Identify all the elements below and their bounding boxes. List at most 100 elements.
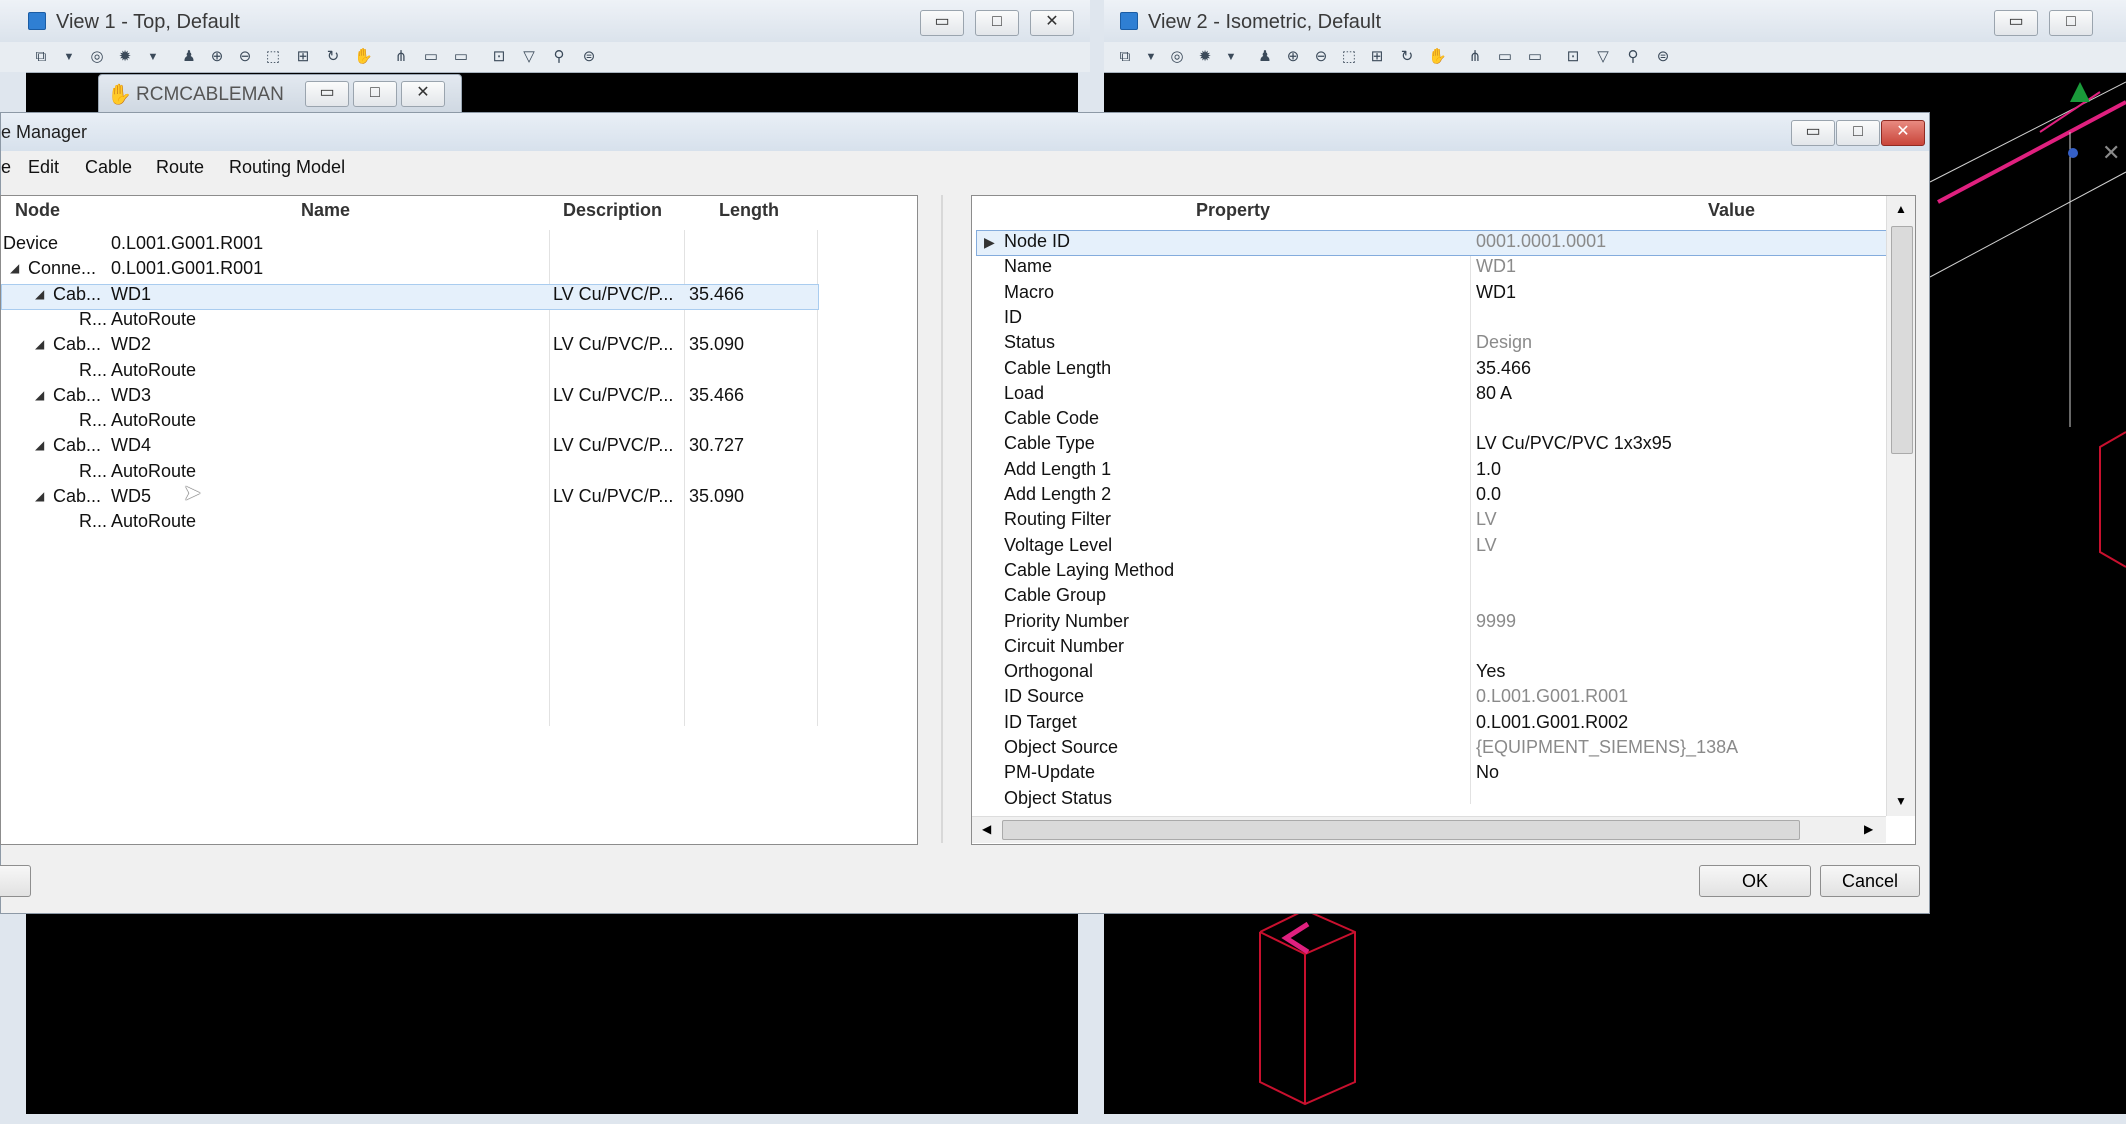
scroll-down-icon[interactable]: ▼ bbox=[1895, 794, 1907, 808]
window-area-icon[interactable]: ⬚ bbox=[264, 48, 282, 66]
property-row[interactable]: Status Design bbox=[972, 331, 1886, 356]
fit-view-icon[interactable]: ⊞ bbox=[1368, 48, 1386, 66]
property-row[interactable]: Cable Code bbox=[972, 407, 1886, 432]
property-row[interactable]: Node ID 0001.0001.0001 bbox=[972, 230, 1886, 255]
property-row[interactable]: Add Length 1 1.0 bbox=[972, 458, 1886, 483]
property-value[interactable]: 35.466 bbox=[1476, 358, 1531, 379]
expand-toggle-icon[interactable]: ◢ bbox=[10, 261, 19, 275]
property-row[interactable]: Cable Type LV Cu/PVC/PVC 1x3x95 bbox=[972, 432, 1886, 457]
expand-toggle-icon[interactable]: ◢ bbox=[35, 388, 44, 402]
view2-maximize-button[interactable]: □ bbox=[2049, 10, 2093, 36]
property-value[interactable]: Yes bbox=[1476, 661, 1505, 682]
rotate-view-icon[interactable]: ↻ bbox=[324, 48, 342, 66]
menu-file[interactable]: e bbox=[1, 157, 11, 178]
dropdown-arrow-icon[interactable]: ▼ bbox=[1222, 48, 1240, 66]
rotate-view-icon[interactable]: ↻ bbox=[1398, 48, 1416, 66]
view1-maximize-button[interactable]: □ bbox=[975, 10, 1019, 36]
tree-row[interactable]: R... AutoRoute bbox=[1, 359, 817, 384]
property-row[interactable]: Voltage Level LV bbox=[972, 534, 1886, 559]
cable-tree-pane[interactable]: Node Name Description Length Device 0.L00… bbox=[0, 195, 918, 845]
vertical-scrollbar[interactable]: ▲ ▼ bbox=[1886, 196, 1915, 816]
menu-route[interactable]: Route bbox=[156, 157, 204, 178]
clip-volume-icon[interactable]: ⊡ bbox=[1564, 48, 1582, 66]
tree-row[interactable]: R... AutoRoute bbox=[1, 409, 817, 434]
view1-close-button[interactable]: ✕ bbox=[1030, 10, 1074, 36]
scroll-right-icon[interactable]: ▶ bbox=[1864, 822, 1873, 836]
dialog-maximize-button[interactable]: □ bbox=[1836, 120, 1880, 146]
next-view-icon[interactable]: ▭ bbox=[452, 48, 470, 66]
cancel-button[interactable]: Cancel bbox=[1820, 865, 1920, 897]
next-view-icon[interactable]: ▭ bbox=[1526, 48, 1544, 66]
tree-row[interactable]: Device 0.L001.G001.R001 bbox=[1, 232, 817, 257]
menu-edit[interactable]: Edit bbox=[28, 157, 59, 178]
pane-splitter[interactable] bbox=[941, 195, 943, 843]
rcm-close-button[interactable]: ✕ bbox=[401, 81, 445, 107]
property-value[interactable]: 1.0 bbox=[1476, 459, 1501, 480]
scroll-up-icon[interactable]: ▲ bbox=[1895, 202, 1907, 216]
dropdown-arrow-icon[interactable]: ▼ bbox=[60, 48, 78, 66]
tree-row[interactable]: R... AutoRoute bbox=[1, 510, 817, 535]
tree-row[interactable]: ◢ Cab... WD5 LV Cu/PVC/P... 35.090 bbox=[1, 485, 817, 510]
view1-minimize-button[interactable]: ▭ bbox=[920, 10, 964, 36]
dropdown-arrow-icon[interactable]: ▼ bbox=[144, 48, 162, 66]
expand-toggle-icon[interactable]: ◢ bbox=[35, 438, 44, 452]
dialog-titlebar[interactable]: e Manager ▭ □ ✕ bbox=[1, 113, 1929, 151]
prop-header-property[interactable]: Property bbox=[1196, 200, 1270, 221]
update-view-icon[interactable]: ♟ bbox=[1256, 48, 1274, 66]
property-row[interactable]: Orthogonal Yes bbox=[972, 660, 1886, 685]
property-row[interactable]: Object Source {EQUIPMENT_SIEMENS}_138A bbox=[972, 736, 1886, 761]
tree-header-description[interactable]: Description bbox=[563, 200, 662, 221]
expand-toggle-icon[interactable]: ◢ bbox=[35, 287, 44, 301]
view2-minimize-button[interactable]: ▭ bbox=[1994, 10, 2038, 36]
zoom-in-icon[interactable]: ⊕ bbox=[208, 48, 226, 66]
dialog-close-button[interactable]: ✕ bbox=[1881, 120, 1925, 146]
tree-row[interactable]: ◢ Cab... WD1 LV Cu/PVC/P... 35.466 bbox=[1, 283, 817, 308]
expand-toggle-icon[interactable]: ◢ bbox=[35, 489, 44, 503]
tree-header-node[interactable]: Node bbox=[15, 200, 60, 221]
rcm-maximize-button[interactable]: □ bbox=[353, 81, 397, 107]
property-row[interactable]: ID Source 0.L001.G001.R001 bbox=[972, 685, 1886, 710]
tree-header-length[interactable]: Length bbox=[719, 200, 779, 221]
property-value[interactable]: WD1 bbox=[1476, 282, 1516, 303]
property-grid[interactable]: Property Value ▶ Node ID 0001.0001.0001 Na… bbox=[971, 195, 1916, 845]
property-row[interactable]: Circuit Number bbox=[972, 635, 1886, 660]
previous-view-icon[interactable]: ▭ bbox=[1496, 48, 1514, 66]
property-row[interactable]: Cable Laying Method bbox=[972, 559, 1886, 584]
view-settings-icon[interactable]: ⊜ bbox=[1654, 48, 1672, 66]
ok-button[interactable]: OK bbox=[1699, 865, 1811, 897]
prop-header-value[interactable]: Value bbox=[1708, 200, 1755, 221]
rcm-minimize-button[interactable]: ▭ bbox=[305, 81, 349, 107]
property-row[interactable]: ID Target 0.L001.G001.R002 bbox=[972, 711, 1886, 736]
property-value[interactable]: 0.L001.G001.R002 bbox=[1476, 712, 1628, 733]
tree-row[interactable]: ◢ Conne... 0.L001.G001.R001 bbox=[1, 257, 817, 282]
lighting-icon[interactable]: ✹ bbox=[1196, 48, 1214, 66]
partial-left-button[interactable] bbox=[0, 865, 31, 897]
dialog-minimize-button[interactable]: ▭ bbox=[1791, 120, 1835, 146]
update-view-icon[interactable]: ♟ bbox=[180, 48, 198, 66]
tree-header-name[interactable]: Name bbox=[301, 200, 350, 221]
menu-cable[interactable]: Cable bbox=[85, 157, 132, 178]
dropdown-arrow-icon[interactable]: ▼ bbox=[1142, 48, 1160, 66]
walk-icon[interactable]: ⋔ bbox=[392, 48, 410, 66]
filter-icon[interactable]: ▽ bbox=[520, 48, 538, 66]
tree-row[interactable]: ◢ Cab... WD2 LV Cu/PVC/P... 35.090 bbox=[1, 333, 817, 358]
property-row[interactable]: Routing Filter LV bbox=[972, 508, 1886, 533]
fit-element-icon[interactable]: ⚲ bbox=[1624, 48, 1642, 66]
property-row[interactable]: Add Length 2 0.0 bbox=[972, 483, 1886, 508]
filter-icon[interactable]: ▽ bbox=[1594, 48, 1612, 66]
window-area-icon[interactable]: ⬚ bbox=[1340, 48, 1358, 66]
tree-row[interactable]: ◢ Cab... WD4 LV Cu/PVC/P... 30.727 bbox=[1, 434, 817, 459]
view1-titlebar[interactable]: View 1 - Top, Default ▭ □ ✕ bbox=[0, 0, 1090, 43]
tree-row[interactable]: ◢ Cab... WD3 LV Cu/PVC/P... 35.466 bbox=[1, 384, 817, 409]
lighting-icon[interactable]: ✹ bbox=[116, 48, 134, 66]
view2-titlebar[interactable]: View 2 - Isometric, Default ▭ □ bbox=[1104, 0, 2126, 43]
display-style-icon[interactable]: ◎ bbox=[88, 48, 106, 66]
scroll-left-icon[interactable]: ◀ bbox=[982, 822, 991, 836]
property-row[interactable]: Macro WD1 bbox=[972, 281, 1886, 306]
view-attributes-icon[interactable]: ⧉ bbox=[32, 48, 50, 66]
fit-view-icon[interactable]: ⊞ bbox=[294, 48, 312, 66]
property-row[interactable]: Cable Group bbox=[972, 584, 1886, 609]
zoom-in-icon[interactable]: ⊕ bbox=[1284, 48, 1302, 66]
zoom-out-icon[interactable]: ⊖ bbox=[236, 48, 254, 66]
horizontal-scroll-thumb[interactable] bbox=[1002, 820, 1800, 840]
